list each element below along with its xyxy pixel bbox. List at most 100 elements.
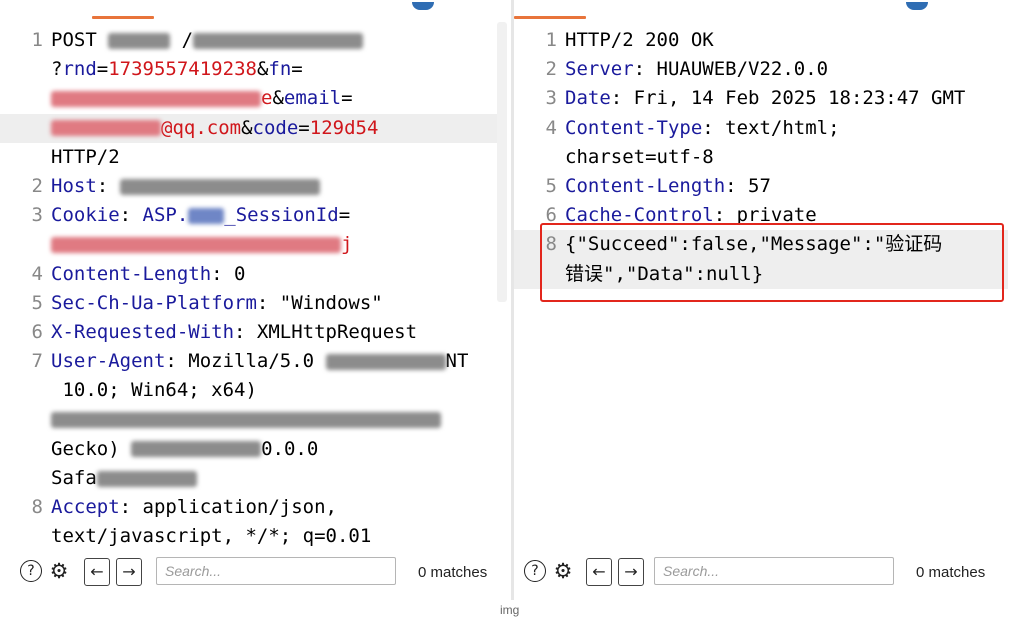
redacted-text: [51, 90, 261, 107]
header-key: User-Agent: [51, 350, 166, 373]
code-text: :: [96, 175, 120, 198]
code-text: 10.0; Win64; x64): [51, 379, 257, 402]
arrow-left-icon: ←: [90, 562, 104, 581]
header-key: Content-Length: [51, 262, 212, 285]
code-line: Safa: [0, 464, 498, 493]
redacted-text: [119, 178, 320, 195]
active-tab-underline: [514, 16, 586, 19]
code-text: : "Windows": [256, 291, 383, 314]
help-icon[interactable]: ?: [524, 560, 546, 582]
header-key: X-Requested-With: [51, 321, 235, 344]
gear-icon[interactable]: ⚙: [48, 560, 70, 582]
code-line: [0, 406, 498, 435]
code-text: : Fri, 14 Feb 2025 18:23:47 GMT: [610, 87, 966, 110]
header-key: Content-Length: [565, 175, 726, 198]
tab-badge: [412, 2, 434, 10]
code-text: =: [298, 116, 310, 139]
redacted-text: [108, 32, 171, 49]
header-key: fn: [268, 58, 292, 81]
param-value: @qq.com: [161, 116, 242, 139]
header-key: ASP.: [142, 204, 189, 227]
request-scrollbar[interactable]: [497, 22, 507, 302]
code-line: 5 Sec-Ch-Ua-Platform: "Windows": [0, 289, 498, 318]
arrow-right-icon: →: [624, 562, 638, 581]
line-number: 4: [31, 262, 43, 285]
request-search-input[interactable]: [156, 557, 396, 585]
line-number: 1: [31, 29, 43, 51]
line-number: 2: [31, 175, 43, 198]
code-text: &: [272, 87, 284, 110]
line-number: 6: [31, 321, 43, 344]
code-text: =: [291, 58, 303, 81]
header-key: email: [283, 87, 342, 110]
redacted-text: [131, 441, 262, 458]
code-line: 3 Date: Fri, 14 Feb 2025 18:23:47 GMT: [514, 84, 1008, 113]
request-pane: 1 POST / ?rnd=1739557419238&fn= e&email= @qq…: [0, 0, 512, 600]
code-line: 8 Accept: application/json,: [0, 493, 498, 522]
code-line: @qq.com&code=129d54: [0, 113, 498, 143]
header-key: Sec-Ch-Ua-Platform: [51, 291, 257, 314]
request-editor[interactable]: 1 POST / ?rnd=1739557419238&fn= e&email= @qq…: [0, 26, 498, 552]
header-key: Content-Type: [565, 116, 703, 139]
code-text: Gecko): [51, 437, 132, 460]
code-line: 10.0; Win64; x64): [0, 376, 498, 405]
redacted-text: [188, 207, 225, 224]
header-key: Accept: [51, 496, 120, 519]
next-match-button[interactable]: →: [618, 558, 644, 586]
code-text: : 0: [211, 262, 246, 285]
code-line: 5 Content-Length: 57: [514, 172, 1008, 201]
param-value: 129d54: [309, 116, 379, 139]
help-icon[interactable]: ?: [20, 560, 42, 582]
code-text: 0.0.0: [261, 437, 319, 460]
response-search-bar: ? ⚙ ← → 0 matches: [514, 550, 1022, 596]
request-match-count: 0 matches: [418, 564, 488, 581]
redacted-text: [325, 353, 446, 370]
code-line: 3 Cookie: ASP. _SessionId=: [0, 201, 498, 230]
code-line: 2 Host:: [0, 172, 498, 201]
code-text: text/javascript, */*; q=0.01: [51, 525, 372, 548]
redacted-text: [193, 32, 364, 49]
code-text: NT: [445, 350, 469, 373]
code-line: Gecko) 0.0.0: [0, 435, 498, 464]
previous-match-button[interactable]: ←: [84, 558, 110, 586]
code-text: &: [241, 116, 253, 139]
code-line: 1 HTTP/2 200 OK: [514, 26, 1008, 55]
header-key: rnd: [62, 58, 97, 81]
line-number: 1: [545, 29, 557, 51]
tab-badge: [906, 2, 928, 10]
line-number: 5: [545, 175, 557, 198]
active-tab-underline: [92, 16, 154, 19]
header-key: Cookie: [51, 204, 120, 227]
line-number: 3: [545, 87, 557, 110]
line-number: 4: [545, 116, 557, 139]
previous-match-button[interactable]: ←: [586, 558, 612, 586]
line-number: 5: [31, 291, 43, 314]
code-text: : 57: [725, 175, 771, 198]
code-line: 1 POST /: [0, 26, 498, 55]
header-key: _SessionId: [224, 204, 339, 227]
code-line: ?rnd=1739557419238&fn=: [0, 55, 498, 84]
code-text: ?: [51, 58, 63, 81]
response-body-highlight: [540, 223, 1004, 302]
image-caption: img: [500, 603, 520, 617]
redacted-text: [96, 470, 197, 487]
code-text: =: [338, 204, 351, 227]
response-search-input[interactable]: [654, 557, 894, 585]
code-line: 2 Server: HUAUWEB/V22.0.0: [514, 55, 1008, 84]
code-text: : HUAUWEB/V22.0.0: [633, 58, 829, 81]
response-pane: 1 HTTP/2 200 OK 2 Server: HUAUWEB/V22.0.0 3 D…: [514, 0, 1022, 600]
line-number: 2: [545, 58, 557, 81]
code-line: HTTP/2: [0, 143, 498, 172]
code-line: text/javascript, */*; q=0.01: [0, 522, 498, 551]
code-text: : Mozilla/5.0: [165, 350, 326, 373]
gear-icon[interactable]: ⚙: [552, 560, 574, 582]
code-line: 7 User-Agent: Mozilla/5.0 NT: [0, 347, 498, 376]
line-number: 3: [31, 204, 43, 227]
redacted-text: [51, 236, 341, 253]
code-line: j: [0, 230, 498, 259]
line-number: 7: [31, 350, 43, 373]
code-line: 6 X-Requested-With: XMLHttpRequest: [0, 318, 498, 347]
next-match-button[interactable]: →: [116, 558, 142, 586]
request-tab-strip: [0, 0, 512, 22]
code-line: 4 Content-Type: text/html;: [514, 114, 1008, 143]
